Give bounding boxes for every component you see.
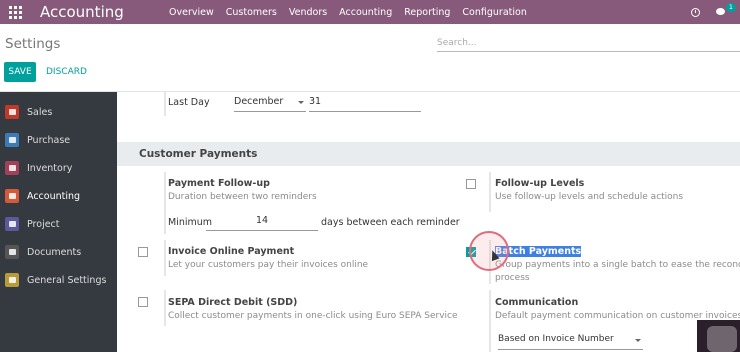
sidebar-item-label: Documents	[27, 246, 82, 258]
followup-levels-desc: Use follow-up levels and schedule action…	[495, 192, 684, 202]
apps-menu-icon[interactable]	[0, 0, 30, 24]
top-navbar: Accounting Overview Customers Vendors Ac…	[0, 0, 740, 24]
sidebar-item-label: Project	[27, 218, 60, 230]
section-header: Customer Payments	[117, 142, 740, 166]
last-day-label: Last Day	[168, 97, 210, 108]
accounting-icon	[5, 189, 19, 203]
inventory-icon	[5, 161, 19, 175]
menu-customers[interactable]: Customers	[220, 7, 283, 18]
sidebar-item-label: General Settings	[27, 274, 107, 286]
followup-levels-title: Follow-up Levels	[495, 178, 585, 189]
batch-payments-desc-cont: process	[495, 273, 530, 283]
sidebar-item-label: Purchase	[27, 134, 71, 146]
sidebar-item-accounting[interactable]: Accounting	[0, 182, 117, 210]
menu-reporting[interactable]: Reporting	[398, 7, 456, 18]
chevron-down-icon	[298, 101, 304, 104]
app-brand[interactable]: Accounting	[40, 3, 145, 21]
last-day-month-value: December	[234, 96, 284, 107]
chevron-down-icon	[635, 339, 641, 342]
payment-followup-title: Payment Follow-up	[168, 178, 270, 189]
clock-icon[interactable]	[691, 7, 700, 17]
navbar-systray: 1	[691, 0, 740, 24]
row-divider	[489, 290, 491, 352]
documents-icon	[5, 245, 19, 259]
control-panel: Settings	[0, 24, 740, 92]
minimum-days-field[interactable]: 14	[206, 215, 318, 231]
chat-icon[interactable]: 1	[716, 2, 736, 17]
last-day-month-select[interactable]: December	[234, 96, 306, 112]
discard-button[interactable]: DISCARD	[46, 67, 87, 77]
row-divider	[489, 172, 491, 212]
settings-sidebar: Sales Purchase Inventory Accounting Proj…	[0, 92, 117, 352]
menu-accounting[interactable]: Accounting	[333, 7, 398, 18]
sidebar-item-label: Inventory	[27, 162, 73, 174]
invoice-online-payment-checkbox[interactable]	[138, 247, 148, 257]
invoice-online-payment-title: Invoice Online Payment	[168, 246, 295, 257]
sidebar-item-purchase[interactable]: Purchase	[0, 126, 117, 154]
batch-payments-desc: Group payments into a single batch to ea…	[495, 260, 740, 270]
purchase-icon	[5, 133, 19, 147]
search-input[interactable]	[437, 36, 740, 50]
payment-followup-desc: Duration between two reminders	[168, 192, 317, 202]
section-title: Customer Payments	[139, 148, 258, 160]
last-day-day-field[interactable]: 31	[309, 96, 421, 112]
row-divider	[164, 290, 166, 326]
settings-icon	[5, 273, 19, 287]
menu-configuration[interactable]: Configuration	[456, 7, 532, 18]
search-box	[437, 36, 740, 52]
chat-badge: 1	[725, 2, 736, 12]
last-day-day-value: 31	[309, 96, 322, 107]
row-divider	[164, 172, 166, 234]
communication-title: Communication	[495, 297, 579, 308]
row-divider	[164, 240, 166, 276]
sidebar-item-label: Sales	[27, 106, 53, 118]
sidebar-item-label: Accounting	[27, 190, 81, 202]
followup-levels-checkbox[interactable]	[466, 179, 476, 189]
sepa-direct-debit-title: SEPA Direct Debit (SDD)	[168, 297, 298, 308]
video-overlay-thumbnail	[697, 320, 740, 352]
settings-content: Last Day December 31 Customer Payments P…	[117, 92, 740, 352]
sepa-direct-debit-desc: Collect customer payments in one-click u…	[168, 311, 458, 321]
menu-overview[interactable]: Overview	[163, 7, 220, 18]
sidebar-item-general-settings[interactable]: General Settings	[0, 266, 117, 294]
minimum-days-value: 14	[255, 215, 269, 226]
main-menu: Overview Customers Vendors Accounting Re…	[163, 7, 533, 18]
project-icon	[5, 217, 19, 231]
sidebar-item-project[interactable]: Project	[0, 210, 117, 238]
save-button[interactable]: SAVE	[4, 62, 36, 82]
sepa-direct-debit-checkbox[interactable]	[138, 297, 148, 307]
days-between-label: days between each reminder	[321, 217, 460, 228]
sales-icon	[5, 105, 19, 119]
row-divider	[164, 92, 166, 116]
sidebar-item-sales[interactable]: Sales	[0, 98, 117, 126]
communication-select[interactable]: Based on Invoice Number	[498, 334, 643, 350]
invoice-online-payment-desc: Let your customers pay their invoices on…	[168, 260, 369, 270]
page-title: Settings	[5, 36, 61, 52]
sidebar-item-documents[interactable]: Documents	[0, 238, 117, 266]
menu-vendors[interactable]: Vendors	[283, 7, 333, 18]
communication-select-value: Based on Invoice Number	[498, 334, 614, 344]
sidebar-item-inventory[interactable]: Inventory	[0, 154, 117, 182]
